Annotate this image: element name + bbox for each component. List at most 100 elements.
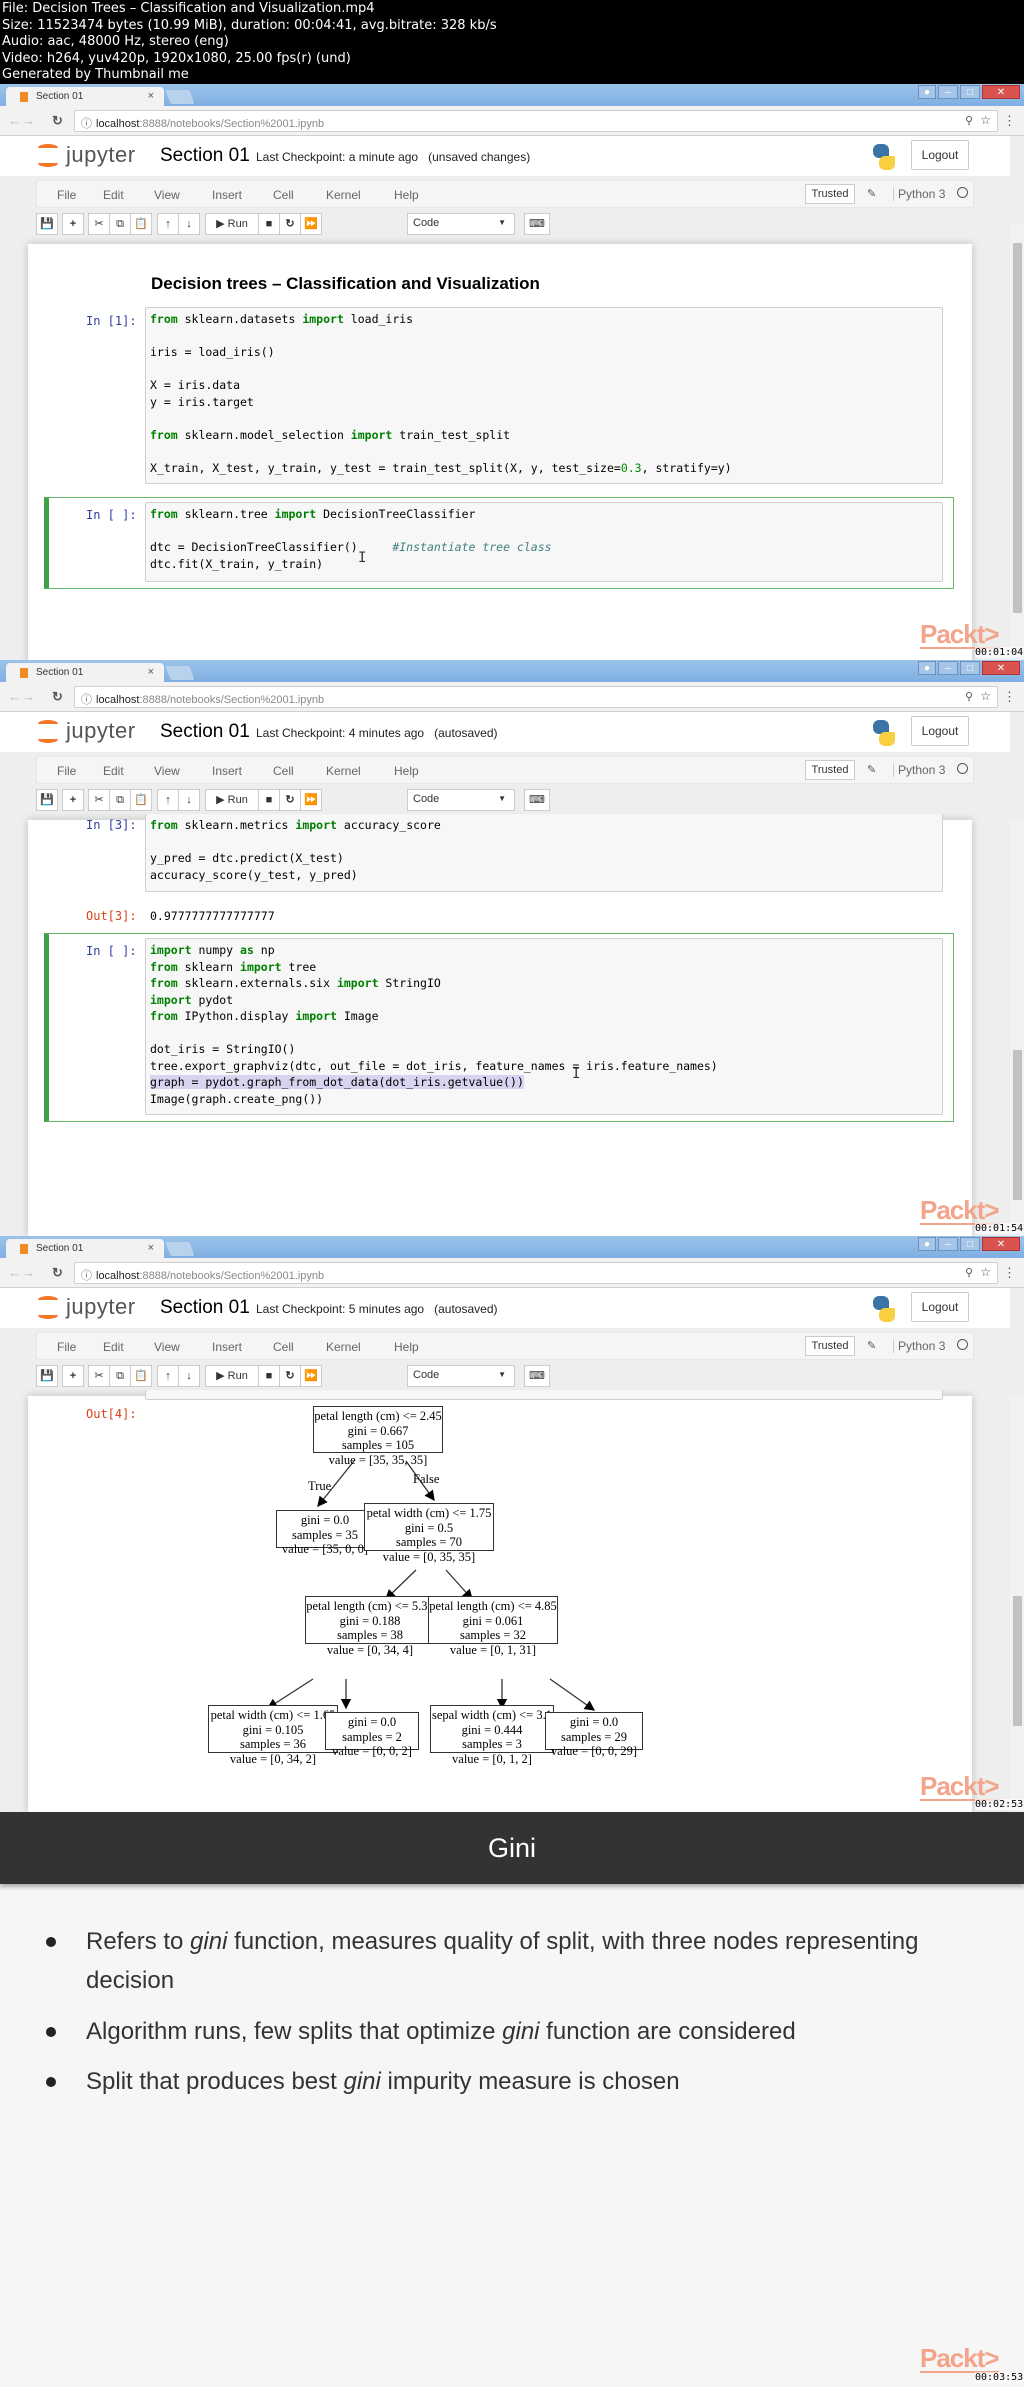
- edit-pencil-icon[interactable]: ✎: [867, 187, 876, 200]
- new-tab-button[interactable]: [165, 1242, 195, 1256]
- cell-type-select[interactable]: Code ▼: [407, 213, 515, 235]
- paste-button[interactable]: 📋: [130, 213, 152, 235]
- menu-cell[interactable]: Cell: [273, 1340, 294, 1354]
- command-palette-button[interactable]: ⌨: [524, 213, 550, 235]
- menu-kernel[interactable]: Kernel: [326, 764, 361, 778]
- menu-help[interactable]: Help: [394, 764, 419, 778]
- menu-kernel[interactable]: Kernel: [326, 188, 361, 202]
- reload-icon[interactable]: ↻: [52, 689, 63, 705]
- add-cell-button[interactable]: +: [62, 213, 84, 235]
- jupyter-logo-text[interactable]: jupyter: [66, 718, 136, 744]
- notebook-title[interactable]: Section 01: [160, 145, 250, 167]
- menu-icon[interactable]: ⋮: [1003, 1265, 1016, 1281]
- notebook-title[interactable]: Section 01: [160, 1297, 250, 1319]
- logout-button[interactable]: Logout: [911, 140, 969, 170]
- move-up-button[interactable]: ↑: [157, 789, 179, 811]
- trusted-badge[interactable]: Trusted: [805, 184, 855, 204]
- menu-edit[interactable]: Edit: [103, 1340, 124, 1354]
- star-icon[interactable]: ☆: [980, 1265, 991, 1279]
- edit-pencil-icon[interactable]: ✎: [867, 1339, 876, 1352]
- scrollbar-thumb[interactable]: [1013, 1596, 1022, 1726]
- jupyter-logo-icon[interactable]: [36, 142, 60, 170]
- cut-button[interactable]: ✂: [88, 213, 110, 235]
- close-window-button[interactable]: ✕: [982, 85, 1020, 99]
- user-icon[interactable]: ●: [918, 1237, 936, 1251]
- info-icon[interactable]: ⓘ: [81, 694, 92, 706]
- paste-button[interactable]: 📋: [130, 789, 152, 811]
- menu-file[interactable]: File: [57, 188, 76, 202]
- add-cell-button[interactable]: +: [62, 1365, 84, 1387]
- run-button[interactable]: ▶ Run: [205, 1365, 259, 1387]
- menu-cell[interactable]: Cell: [273, 188, 294, 202]
- menu-icon[interactable]: ⋮: [1003, 113, 1016, 129]
- menu-kernel[interactable]: Kernel: [326, 1340, 361, 1354]
- url-input[interactable]: ⓘ localhost:8888/notebooks/Section%2001.i…: [74, 686, 998, 708]
- interrupt-button[interactable]: ■: [258, 213, 280, 235]
- move-up-button[interactable]: ↑: [157, 1365, 179, 1387]
- back-icon[interactable]: ←: [8, 1265, 21, 1280]
- save-button[interactable]: 💾: [36, 789, 58, 811]
- cell-type-select[interactable]: Code ▼: [407, 789, 515, 811]
- copy-button[interactable]: ⧉: [109, 789, 131, 811]
- menu-view[interactable]: View: [154, 764, 180, 778]
- restart-button[interactable]: ↻: [279, 789, 301, 811]
- zoom-icon[interactable]: ⚲: [965, 114, 973, 127]
- maximize-button[interactable]: □: [960, 85, 980, 99]
- trusted-badge[interactable]: Trusted: [805, 760, 855, 780]
- tab-close-icon[interactable]: ×: [148, 1242, 154, 1254]
- menu-edit[interactable]: Edit: [103, 764, 124, 778]
- browser-tab[interactable]: Section 01 ×: [6, 1239, 164, 1258]
- code-cell-editor[interactable]: from sklearn.metrics import accuracy_sco…: [145, 814, 943, 892]
- menu-icon[interactable]: ⋮: [1003, 689, 1016, 705]
- trusted-badge[interactable]: Trusted: [805, 1336, 855, 1356]
- interrupt-button[interactable]: ■: [258, 1365, 280, 1387]
- cut-button[interactable]: ✂: [88, 789, 110, 811]
- menu-file[interactable]: File: [57, 764, 76, 778]
- jupyter-logo-text[interactable]: jupyter: [66, 1294, 136, 1320]
- maximize-button[interactable]: □: [960, 661, 980, 675]
- save-button[interactable]: 💾: [36, 213, 58, 235]
- close-window-button[interactable]: ✕: [982, 661, 1020, 675]
- back-icon[interactable]: ←: [8, 113, 21, 128]
- tab-close-icon[interactable]: ×: [148, 666, 154, 678]
- add-cell-button[interactable]: +: [62, 789, 84, 811]
- run-all-button[interactable]: ⏩: [300, 789, 322, 811]
- menu-cell[interactable]: Cell: [273, 764, 294, 778]
- run-button[interactable]: ▶ Run: [205, 789, 259, 811]
- info-icon[interactable]: ⓘ: [81, 1270, 92, 1282]
- forward-icon[interactable]: →: [22, 1265, 35, 1280]
- paste-button[interactable]: 📋: [130, 1365, 152, 1387]
- logout-button[interactable]: Logout: [911, 1292, 969, 1322]
- run-all-button[interactable]: ⏩: [300, 1365, 322, 1387]
- code-cell-editor[interactable]: from sklearn.tree import DecisionTreeCla…: [145, 502, 943, 582]
- code-cell-editor[interactable]: from sklearn.datasets import load_iris i…: [145, 307, 943, 484]
- maximize-button[interactable]: □: [960, 1237, 980, 1251]
- close-window-button[interactable]: ✕: [982, 1237, 1020, 1251]
- menu-edit[interactable]: Edit: [103, 188, 124, 202]
- page-scrollbar[interactable]: [1010, 1396, 1024, 1812]
- menu-view[interactable]: View: [154, 188, 180, 202]
- forward-icon[interactable]: →: [22, 113, 35, 128]
- menu-insert[interactable]: Insert: [212, 764, 242, 778]
- minimize-button[interactable]: –: [938, 661, 958, 675]
- jupyter-logo-icon[interactable]: [36, 1294, 60, 1322]
- page-scrollbar[interactable]: [1010, 223, 1024, 660]
- scrollbar-thumb[interactable]: [1013, 243, 1022, 613]
- menu-help[interactable]: Help: [394, 1340, 419, 1354]
- run-button[interactable]: ▶ Run: [205, 213, 259, 235]
- copy-button[interactable]: ⧉: [109, 1365, 131, 1387]
- save-button[interactable]: 💾: [36, 1365, 58, 1387]
- forward-icon[interactable]: →: [22, 689, 35, 704]
- cut-button[interactable]: ✂: [88, 1365, 110, 1387]
- new-tab-button[interactable]: [165, 90, 195, 104]
- minimize-button[interactable]: –: [938, 1237, 958, 1251]
- code-cell-editor[interactable]: import numpy as np from sklearn import t…: [145, 938, 943, 1115]
- user-icon[interactable]: ●: [918, 85, 936, 99]
- user-icon[interactable]: ●: [918, 661, 936, 675]
- move-down-button[interactable]: ↓: [178, 789, 200, 811]
- back-icon[interactable]: ←: [8, 689, 21, 704]
- menu-view[interactable]: View: [154, 1340, 180, 1354]
- jupyter-logo-icon[interactable]: [36, 718, 60, 746]
- jupyter-logo-text[interactable]: jupyter: [66, 142, 136, 168]
- reload-icon[interactable]: ↻: [52, 113, 63, 129]
